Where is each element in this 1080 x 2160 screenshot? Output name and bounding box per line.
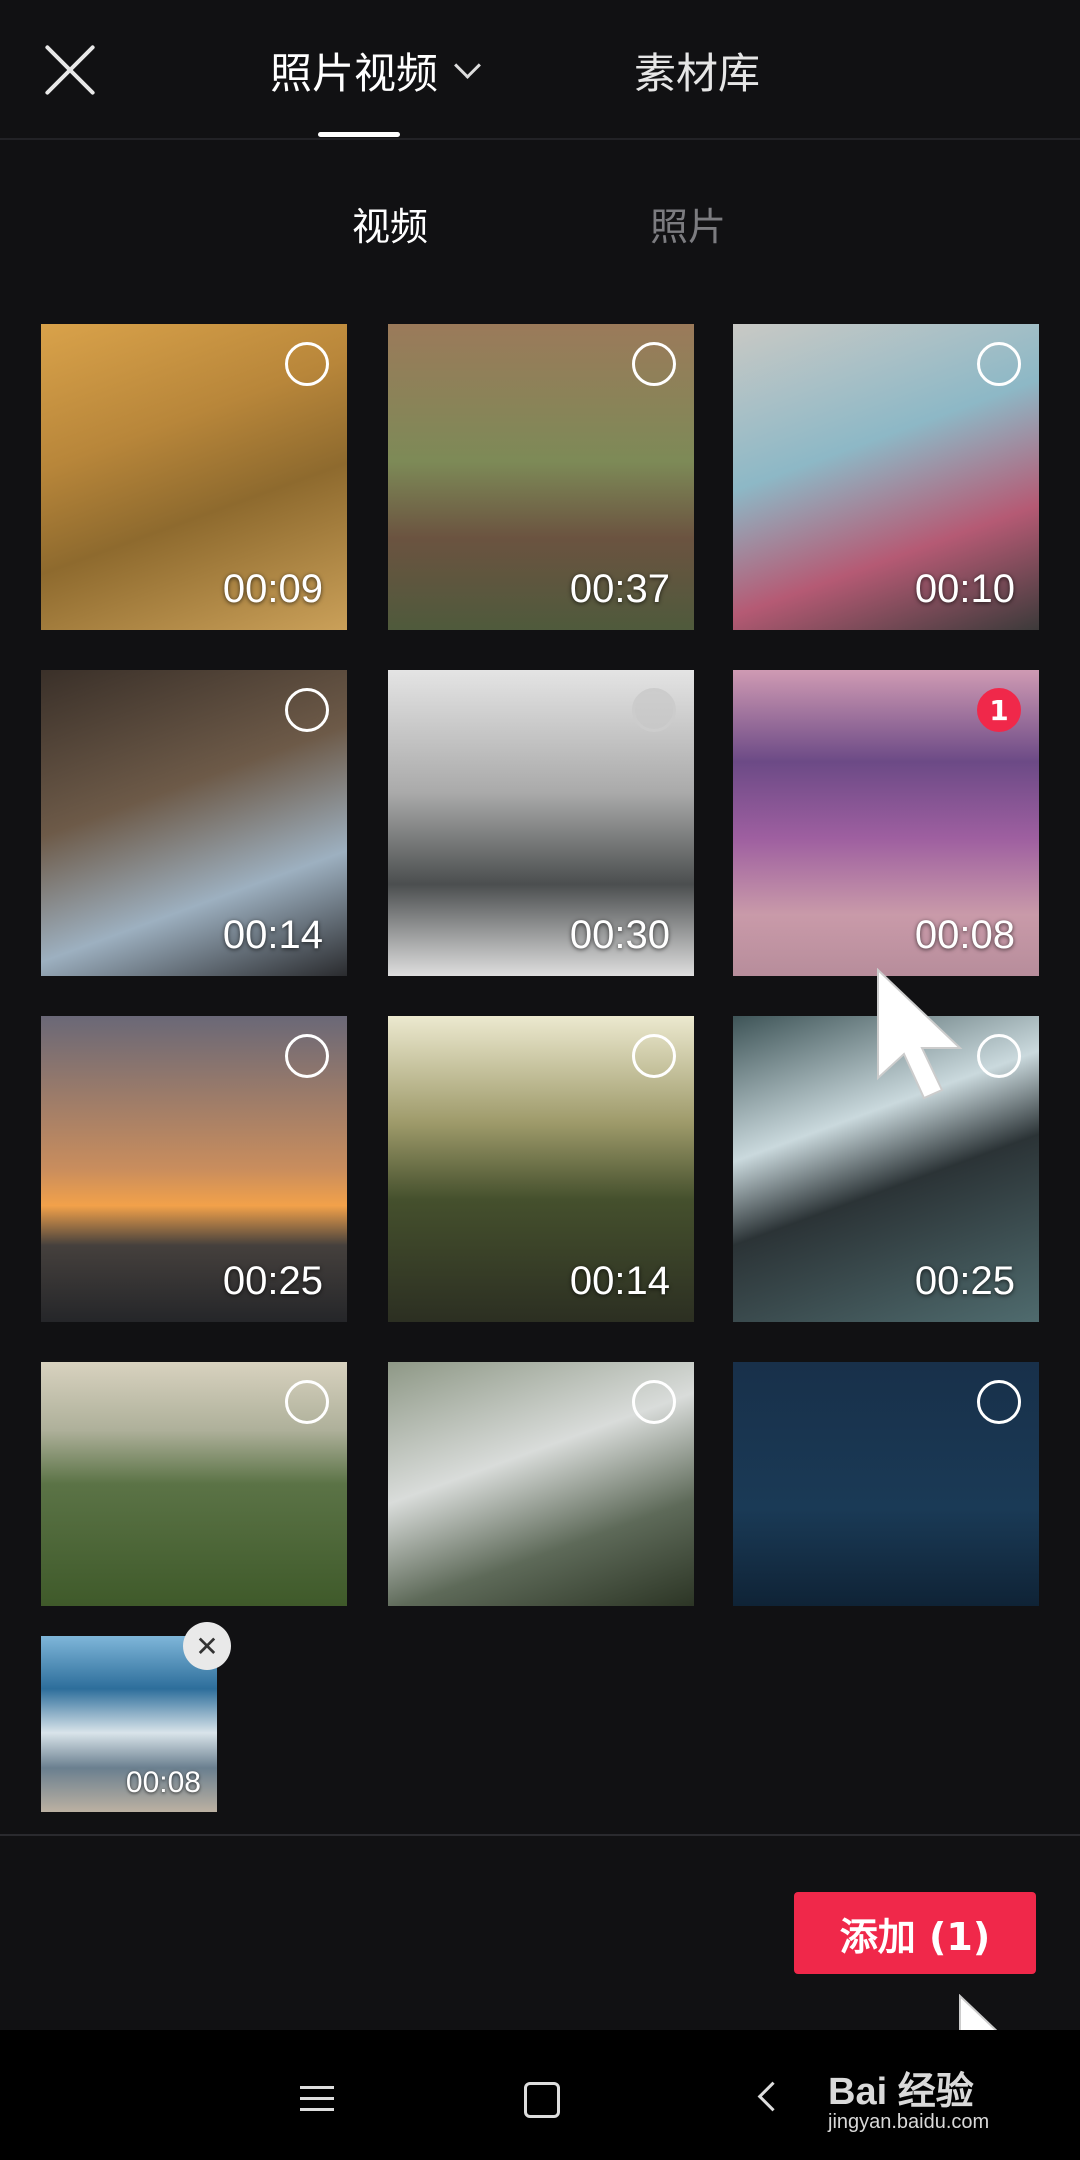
- tab-photos-videos[interactable]: 照片视频: [270, 40, 481, 100]
- chevron-down-icon: [454, 51, 481, 79]
- media-tile[interactable]: 00:25: [41, 1016, 347, 1322]
- duration-label: 00:30: [569, 913, 670, 957]
- select-circle[interactable]: [977, 1380, 1021, 1424]
- media-tile[interactable]: [41, 1362, 347, 1606]
- watermark-logo: Bai 经验: [828, 2071, 974, 2113]
- select-circle[interactable]: [977, 342, 1021, 386]
- media-tile[interactable]: [388, 1362, 694, 1606]
- remove-clip-icon[interactable]: ✕: [183, 1622, 231, 1670]
- select-circle[interactable]: [285, 1380, 329, 1424]
- back-icon[interactable]: [757, 2081, 788, 2112]
- watermark: Bai 经验 jingyan.baidu.com: [828, 2060, 989, 2134]
- duration-label: 00:08: [914, 913, 1015, 957]
- duration-label: 00:25: [914, 1259, 1015, 1303]
- active-tab-indicator: [318, 132, 400, 137]
- add-button[interactable]: 添加 (1): [794, 1892, 1036, 1974]
- media-tile[interactable]: 00:14: [41, 670, 347, 976]
- subtab-video[interactable]: 视频: [352, 196, 428, 251]
- duration-label: 00:14: [222, 913, 323, 957]
- select-circle[interactable]: [632, 1034, 676, 1078]
- select-circle[interactable]: [632, 1380, 676, 1424]
- select-circle[interactable]: [977, 1034, 1021, 1078]
- top-bar: 照片视频 素材库: [0, 0, 1080, 140]
- duration-label: 00:08: [125, 1766, 201, 1799]
- select-circle[interactable]: [285, 1034, 329, 1078]
- close-icon[interactable]: [42, 42, 98, 98]
- watermark-url: jingyan.baidu.com: [828, 2111, 990, 2133]
- tab-photos-videos-label: 照片视频: [270, 48, 439, 98]
- divider: [0, 1834, 1080, 1836]
- select-circle[interactable]: [632, 688, 676, 732]
- selected-index-badge[interactable]: 1: [977, 688, 1021, 732]
- media-tile-selected[interactable]: 1 00:08: [733, 670, 1039, 976]
- select-circle[interactable]: [285, 342, 329, 386]
- media-tile[interactable]: 00:09: [41, 324, 347, 630]
- media-tile[interactable]: 00:30: [388, 670, 694, 976]
- duration-label: 00:09: [222, 567, 323, 611]
- duration-label: 00:10: [914, 567, 1015, 611]
- cursor-pointer-icon: [877, 968, 963, 1100]
- duration-label: 00:37: [569, 567, 670, 611]
- duration-label: 00:25: [222, 1259, 323, 1303]
- media-tile[interactable]: 00:10: [733, 324, 1039, 630]
- media-tile[interactable]: 00:37: [388, 324, 694, 630]
- subtab-photo[interactable]: 照片: [650, 196, 726, 251]
- menu-icon[interactable]: [300, 2086, 334, 2112]
- select-circle[interactable]: [285, 688, 329, 732]
- tab-material-library[interactable]: 素材库: [634, 40, 760, 100]
- home-icon[interactable]: [524, 2082, 560, 2118]
- media-tile[interactable]: 00:14: [388, 1016, 694, 1322]
- duration-label: 00:14: [569, 1259, 670, 1303]
- select-circle[interactable]: [632, 342, 676, 386]
- media-tile[interactable]: [733, 1362, 1039, 1606]
